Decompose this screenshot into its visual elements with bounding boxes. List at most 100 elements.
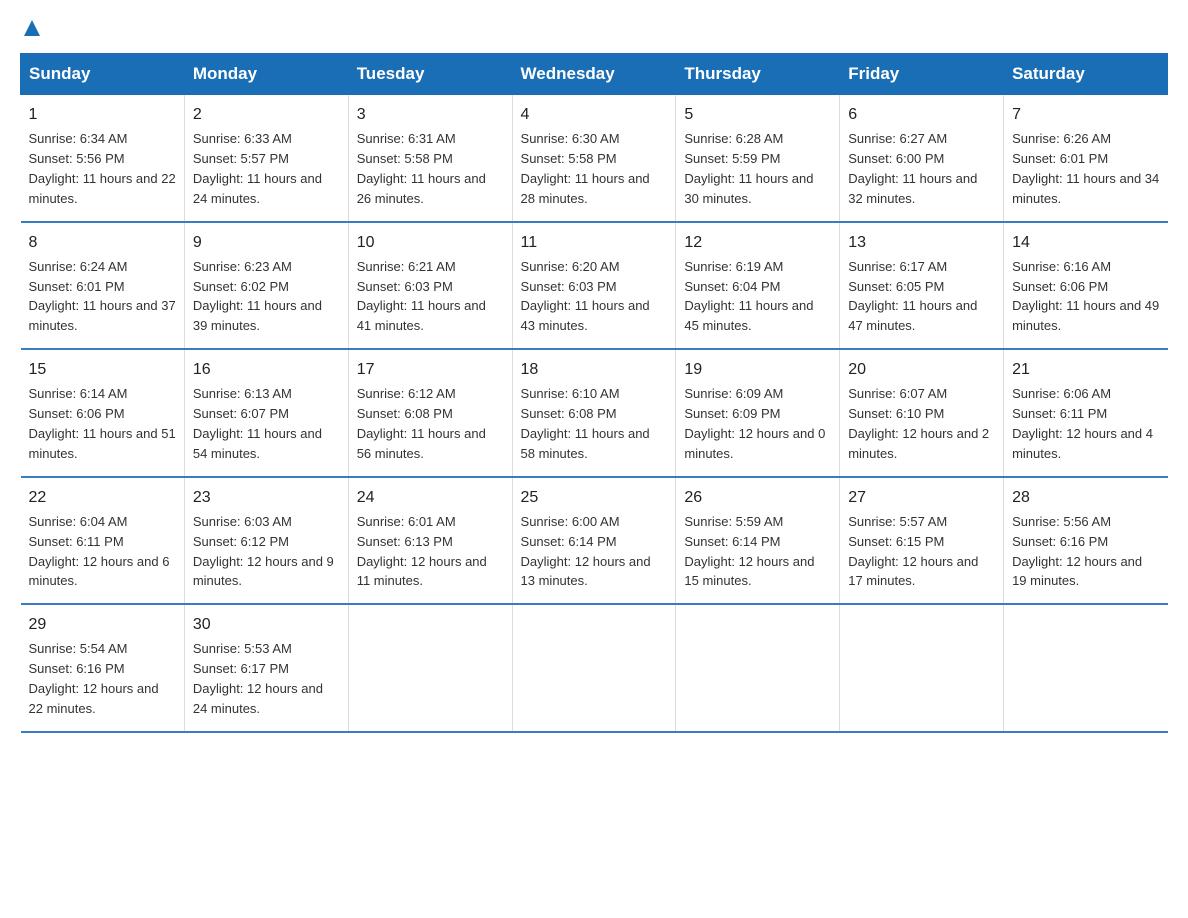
calendar-cell: 29 Sunrise: 5:54 AMSunset: 6:16 PMDayligh… (21, 604, 185, 732)
day-number: 22 (29, 486, 176, 509)
calendar-cell: 14 Sunrise: 6:16 AMSunset: 6:06 PMDayligh… (1004, 222, 1168, 350)
day-info: Sunrise: 6:07 AMSunset: 6:10 PMDaylight:… (848, 386, 989, 461)
calendar-cell: 2Sunrise: 6:33 AMSunset: 5:57 PMDaylight… (184, 95, 348, 222)
day-number: 5 (684, 103, 831, 126)
calendar-cell: 9 Sunrise: 6:23 AMSunset: 6:02 PMDaylight… (184, 222, 348, 350)
day-number: 4 (521, 103, 668, 126)
day-number: 10 (357, 231, 504, 254)
calendar-cell: 20Sunrise: 6:07 AMSunset: 6:10 PMDayligh… (840, 349, 1004, 477)
day-info: Sunrise: 6:30 AMSunset: 5:58 PMDaylight:… (521, 131, 650, 206)
day-info: Sunrise: 6:31 AMSunset: 5:58 PMDaylight:… (357, 131, 486, 206)
calendar-cell (840, 604, 1004, 732)
day-number: 1 (29, 103, 176, 126)
day-info: Sunrise: 6:09 AMSunset: 6:09 PMDaylight:… (684, 386, 825, 461)
day-info: Sunrise: 5:59 AMSunset: 6:14 PMDaylight:… (684, 514, 814, 589)
calendar-week-row: 29 Sunrise: 5:54 AMSunset: 6:16 PMDayligh… (21, 604, 1168, 732)
calendar-cell: 5 Sunrise: 6:28 AMSunset: 5:59 PMDaylight… (676, 95, 840, 222)
day-number: 17 (357, 358, 504, 381)
day-number: 8 (29, 231, 176, 254)
calendar-table: SundayMondayTuesdayWednesdayThursdayFrid… (20, 53, 1168, 733)
day-info: Sunrise: 6:00 AMSunset: 6:14 PMDaylight:… (521, 514, 651, 589)
calendar-cell (512, 604, 676, 732)
day-info: Sunrise: 6:17 AMSunset: 6:05 PMDaylight:… (848, 259, 977, 334)
day-number: 2 (193, 103, 340, 126)
calendar-cell: 19 Sunrise: 6:09 AMSunset: 6:09 PMDayligh… (676, 349, 840, 477)
logo-triangle-icon (22, 18, 42, 43)
day-info: Sunrise: 6:16 AMSunset: 6:06 PMDaylight:… (1012, 259, 1159, 334)
day-info: Sunrise: 6:04 AMSunset: 6:11 PMDaylight:… (29, 514, 170, 589)
weekday-header-saturday: Saturday (1004, 54, 1168, 95)
calendar-week-row: 8 Sunrise: 6:24 AMSunset: 6:01 PMDaylight… (21, 222, 1168, 350)
day-info: Sunrise: 5:57 AMSunset: 6:15 PMDaylight:… (848, 514, 978, 589)
day-number: 6 (848, 103, 995, 126)
day-info: Sunrise: 6:21 AMSunset: 6:03 PMDaylight:… (357, 259, 486, 334)
day-number: 27 (848, 486, 995, 509)
calendar-cell: 6 Sunrise: 6:27 AMSunset: 6:00 PMDaylight… (840, 95, 1004, 222)
calendar-cell (348, 604, 512, 732)
calendar-cell: 28 Sunrise: 5:56 AMSunset: 6:16 PMDayligh… (1004, 477, 1168, 605)
calendar-cell: 8 Sunrise: 6:24 AMSunset: 6:01 PMDaylight… (21, 222, 185, 350)
weekday-header-wednesday: Wednesday (512, 54, 676, 95)
calendar-cell: 10 Sunrise: 6:21 AMSunset: 6:03 PMDayligh… (348, 222, 512, 350)
day-number: 21 (1012, 358, 1159, 381)
day-number: 12 (684, 231, 831, 254)
day-info: Sunrise: 6:27 AMSunset: 6:00 PMDaylight:… (848, 131, 977, 206)
calendar-cell: 12 Sunrise: 6:19 AMSunset: 6:04 PMDayligh… (676, 222, 840, 350)
calendar-cell: 27 Sunrise: 5:57 AMSunset: 6:15 PMDayligh… (840, 477, 1004, 605)
calendar-cell: 1 Sunrise: 6:34 AMSunset: 5:56 PMDaylight… (21, 95, 185, 222)
day-number: 13 (848, 231, 995, 254)
day-number: 30 (193, 613, 340, 636)
day-number: 11 (521, 231, 668, 254)
calendar-cell: 18 Sunrise: 6:10 AMSunset: 6:08 PMDayligh… (512, 349, 676, 477)
day-info: Sunrise: 6:06 AMSunset: 6:11 PMDaylight:… (1012, 386, 1153, 461)
day-info: Sunrise: 6:26 AMSunset: 6:01 PMDaylight:… (1012, 131, 1159, 206)
calendar-cell: 22 Sunrise: 6:04 AMSunset: 6:11 PMDayligh… (21, 477, 185, 605)
weekday-header-monday: Monday (184, 54, 348, 95)
day-info: Sunrise: 5:53 AMSunset: 6:17 PMDaylight:… (193, 641, 323, 716)
day-info: Sunrise: 6:19 AMSunset: 6:04 PMDaylight:… (684, 259, 813, 334)
day-info: Sunrise: 6:23 AMSunset: 6:02 PMDaylight:… (193, 259, 322, 334)
logo (20, 20, 42, 43)
calendar-cell: 30 Sunrise: 5:53 AMSunset: 6:17 PMDayligh… (184, 604, 348, 732)
day-number: 24 (357, 486, 504, 509)
day-info: Sunrise: 6:24 AMSunset: 6:01 PMDaylight:… (29, 259, 176, 334)
calendar-cell: 4 Sunrise: 6:30 AMSunset: 5:58 PMDaylight… (512, 95, 676, 222)
day-number: 14 (1012, 231, 1159, 254)
day-number: 18 (521, 358, 668, 381)
calendar-cell (676, 604, 840, 732)
day-number: 19 (684, 358, 831, 381)
calendar-cell: 26 Sunrise: 5:59 AMSunset: 6:14 PMDayligh… (676, 477, 840, 605)
day-info: Sunrise: 6:13 AMSunset: 6:07 PMDaylight:… (193, 386, 322, 461)
calendar-cell: 21 Sunrise: 6:06 AMSunset: 6:11 PMDayligh… (1004, 349, 1168, 477)
day-info: Sunrise: 6:03 AMSunset: 6:12 PMDaylight:… (193, 514, 334, 589)
day-number: 15 (29, 358, 176, 381)
calendar-cell: 13 Sunrise: 6:17 AMSunset: 6:05 PMDayligh… (840, 222, 1004, 350)
calendar-cell: 7Sunrise: 6:26 AMSunset: 6:01 PMDaylight… (1004, 95, 1168, 222)
calendar-cell: 3 Sunrise: 6:31 AMSunset: 5:58 PMDaylight… (348, 95, 512, 222)
day-info: Sunrise: 6:34 AMSunset: 5:56 PMDaylight:… (29, 131, 176, 206)
day-info: Sunrise: 6:14 AMSunset: 6:06 PMDaylight:… (29, 386, 176, 461)
calendar-week-row: 1 Sunrise: 6:34 AMSunset: 5:56 PMDaylight… (21, 95, 1168, 222)
day-number: 3 (357, 103, 504, 126)
day-info: Sunrise: 5:56 AMSunset: 6:16 PMDaylight:… (1012, 514, 1142, 589)
calendar-cell: 16Sunrise: 6:13 AMSunset: 6:07 PMDayligh… (184, 349, 348, 477)
day-info: Sunrise: 5:54 AMSunset: 6:16 PMDaylight:… (29, 641, 159, 716)
calendar-cell (1004, 604, 1168, 732)
day-number: 25 (521, 486, 668, 509)
day-info: Sunrise: 6:12 AMSunset: 6:08 PMDaylight:… (357, 386, 486, 461)
day-number: 26 (684, 486, 831, 509)
day-info: Sunrise: 6:28 AMSunset: 5:59 PMDaylight:… (684, 131, 813, 206)
weekday-header-sunday: Sunday (21, 54, 185, 95)
calendar-cell: 15 Sunrise: 6:14 AMSunset: 6:06 PMDayligh… (21, 349, 185, 477)
calendar-week-row: 22 Sunrise: 6:04 AMSunset: 6:11 PMDayligh… (21, 477, 1168, 605)
weekday-header-thursday: Thursday (676, 54, 840, 95)
calendar-week-row: 15 Sunrise: 6:14 AMSunset: 6:06 PMDayligh… (21, 349, 1168, 477)
weekday-header-row: SundayMondayTuesdayWednesdayThursdayFrid… (21, 54, 1168, 95)
day-number: 29 (29, 613, 176, 636)
day-number: 9 (193, 231, 340, 254)
calendar-cell: 11Sunrise: 6:20 AMSunset: 6:03 PMDayligh… (512, 222, 676, 350)
calendar-cell: 17 Sunrise: 6:12 AMSunset: 6:08 PMDayligh… (348, 349, 512, 477)
day-info: Sunrise: 6:10 AMSunset: 6:08 PMDaylight:… (521, 386, 650, 461)
day-number: 28 (1012, 486, 1159, 509)
day-info: Sunrise: 6:01 AMSunset: 6:13 PMDaylight:… (357, 514, 487, 589)
